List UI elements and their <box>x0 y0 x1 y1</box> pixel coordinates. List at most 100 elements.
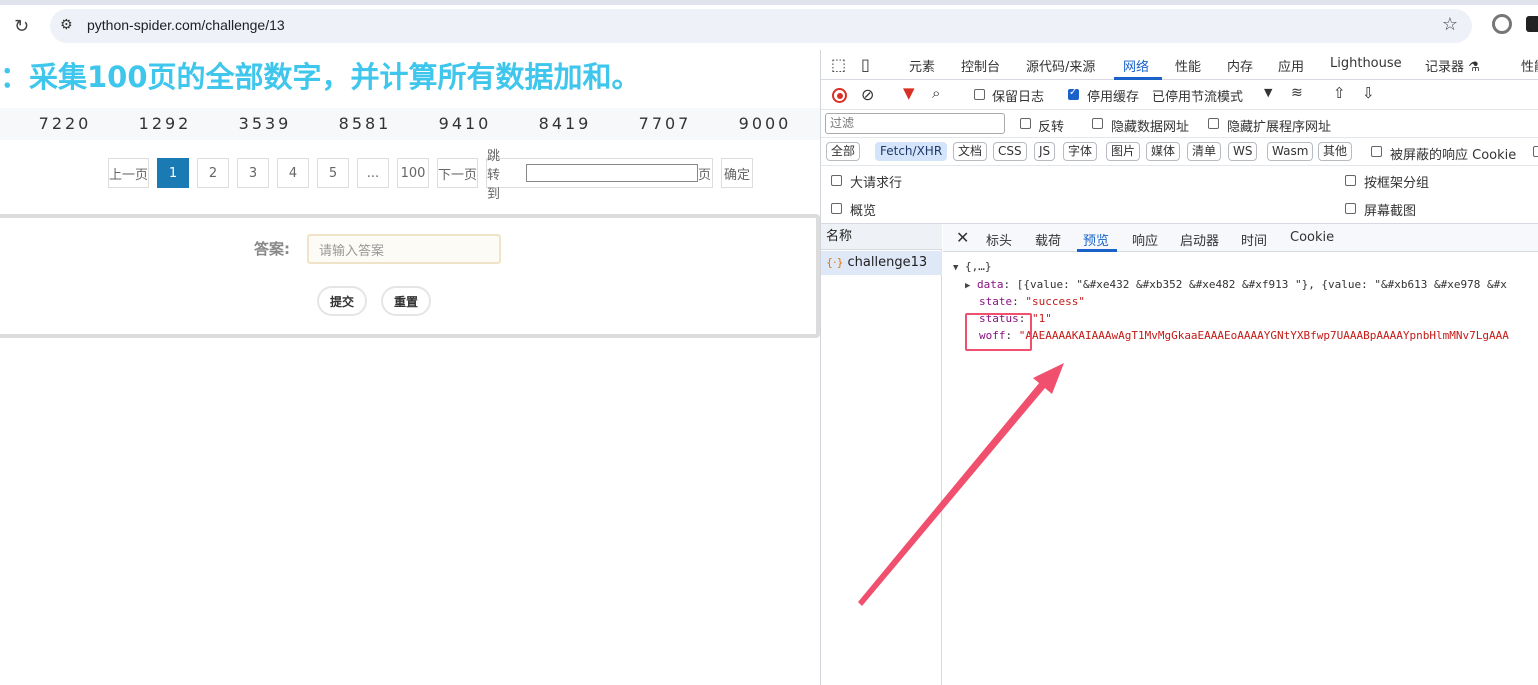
chevron-down-icon[interactable]: ▼ <box>1264 86 1272 99</box>
clear-icon[interactable]: ⊘ <box>861 85 874 104</box>
device-toolbar-icon[interactable]: ▯ <box>861 55 870 74</box>
tab-initiator[interactable]: 启动器 <box>1180 230 1219 249</box>
more-filters-checkbox[interactable] <box>1533 146 1538 157</box>
json-value: "success" <box>1025 295 1085 308</box>
throttle-select[interactable]: 已停用节流模式 <box>1152 86 1243 105</box>
number-cell: 8581 <box>338 114 392 133</box>
network-options: 大请求行 按框架分组 概览 屏幕截图 <box>821 166 1538 224</box>
tab-application[interactable]: 应用 <box>1278 56 1304 75</box>
overview-checkbox[interactable] <box>831 203 842 214</box>
type-filter-manifest[interactable]: 清单 <box>1187 142 1222 161</box>
tab-network[interactable]: 网络 <box>1123 56 1149 75</box>
filter-icon[interactable]: ▼ <box>903 84 915 102</box>
tab-response[interactable]: 响应 <box>1132 230 1158 249</box>
screenshots-checkbox[interactable] <box>1345 203 1356 214</box>
type-filter-ws[interactable]: WS <box>1228 142 1258 161</box>
close-icon[interactable]: ✕ <box>956 228 969 247</box>
inspect-element-icon[interactable]: ⬚ <box>831 55 846 74</box>
group-by-frame-checkbox[interactable] <box>1345 175 1356 186</box>
tab-recorder[interactable]: 记录器 ⚗ <box>1425 56 1480 75</box>
tab-memory[interactable]: 内存 <box>1227 56 1253 75</box>
page-suffix-label: 页 <box>698 167 712 183</box>
search-icon[interactable]: ⌕ <box>932 84 940 102</box>
prev-page-button[interactable]: 上一页 <box>108 158 149 188</box>
expand-triangle-icon[interactable]: ▼ <box>953 263 958 273</box>
page-title: ：采集100页的全部数字，并计算所有数据加和。 <box>0 60 641 94</box>
filter-toolbar: 过滤 反转 隐藏数据网址 隐藏扩展程序网址 <box>821 110 1538 138</box>
type-filter-media[interactable]: 媒体 <box>1146 142 1181 161</box>
hide-data-urls-checkbox[interactable] <box>1092 118 1103 129</box>
json-root[interactable]: ▼ {,…} <box>953 260 992 273</box>
number-cell: 8419 <box>538 114 592 133</box>
site-settings-icon[interactable]: ⚙ <box>60 17 73 33</box>
tab-sources[interactable]: 源代码/来源 <box>1026 56 1095 75</box>
answer-panel: 答案: 请输入答案 提交 重置 <box>0 214 820 338</box>
type-filter-wasm[interactable]: Wasm <box>1267 142 1314 161</box>
filter-input[interactable]: 过滤 <box>825 113 1005 134</box>
type-filter-other[interactable]: 其他 <box>1318 142 1353 161</box>
hide-extension-urls-checkbox[interactable] <box>1208 118 1219 129</box>
reload-icon[interactable]: ↻ <box>14 16 29 37</box>
page-button-5[interactable]: 5 <box>317 158 349 188</box>
large-rows-checkbox[interactable] <box>831 175 842 186</box>
type-filter-fetch-xhr[interactable]: Fetch/XHR <box>875 142 948 161</box>
export-har-icon[interactable]: ⇩ <box>1362 84 1375 102</box>
tab-console[interactable]: 控制台 <box>961 56 1000 75</box>
record-icon[interactable] <box>832 88 847 103</box>
extension-icon[interactable] <box>1492 14 1512 34</box>
tab-lighthouse[interactable]: Lighthouse <box>1330 56 1402 71</box>
blocked-cookies-checkbox[interactable] <box>1371 146 1382 157</box>
page-button-4[interactable]: 4 <box>277 158 309 188</box>
bookmark-star-icon[interactable]: ☆ <box>1442 14 1458 35</box>
preserve-log-checkbox[interactable] <box>974 89 985 100</box>
page-button-3[interactable]: 3 <box>237 158 269 188</box>
tab-headers[interactable]: 标头 <box>986 230 1012 249</box>
request-list: 名称 {·} challenge13 <box>821 224 942 685</box>
request-row[interactable]: {·} challenge13 <box>821 251 942 275</box>
name-column-header[interactable]: 名称 <box>821 224 942 250</box>
type-filter-font[interactable]: 字体 <box>1063 142 1098 161</box>
tab-performance[interactable]: 性能 <box>1175 56 1201 75</box>
type-filter-js[interactable]: JS <box>1034 142 1056 161</box>
tab-cookies[interactable]: Cookie <box>1290 230 1334 245</box>
next-page-button[interactable]: 下一页 <box>437 158 478 188</box>
json-root-text: {,…} <box>965 260 992 273</box>
devtools-tab-bar: ⬚ ▯ 元素 控制台 源代码/来源 网络 性能 内存 应用 Lighthouse… <box>821 50 1538 80</box>
type-filter-img[interactable]: 图片 <box>1106 142 1141 161</box>
number-cell: 7707 <box>638 114 692 133</box>
number-cell: 7220 <box>38 114 92 133</box>
page-button-1[interactable]: 1 <box>157 158 189 188</box>
jump-page-input[interactable] <box>526 164 698 182</box>
tab-preview[interactable]: 预览 <box>1083 230 1109 249</box>
large-rows-label: 大请求行 <box>850 176 903 191</box>
json-data-row[interactable]: ▶ data: [{value: "&#xe432 &#xb352 &#xe48… <box>965 278 1507 291</box>
address-bar[interactable]: ⚙ python-spider.com/challenge/13 ☆ <box>50 9 1472 43</box>
screenshots-label: 屏幕截图 <box>1364 204 1417 219</box>
collapse-triangle-icon[interactable]: ▶ <box>965 281 970 291</box>
type-filter-all[interactable]: 全部 <box>826 142 861 161</box>
tab-payload[interactable]: 载荷 <box>1035 230 1061 249</box>
invert-checkbox[interactable] <box>1020 118 1031 129</box>
answer-input[interactable]: 请输入答案 <box>307 234 501 264</box>
reset-button[interactable]: 重置 <box>381 286 431 316</box>
import-har-icon[interactable]: ⇧ <box>1333 84 1346 102</box>
confirm-jump-button[interactable]: 确定 <box>721 158 753 188</box>
type-filter-doc[interactable]: 文档 <box>953 142 988 161</box>
request-detail: ✕ 标头 载荷 预览 响应 启动器 时间 Cookie ▼ {,…} ▶ dat… <box>943 224 1538 685</box>
type-filter-css[interactable]: CSS <box>993 142 1027 161</box>
network-conditions-icon[interactable]: ≋ <box>1291 85 1303 101</box>
url-text[interactable]: python-spider.com/challenge/13 <box>87 17 285 33</box>
type-filter-bar: 全部 Fetch/XHR 文档 CSS JS 字体 图片 媒体 清单 WS Wa… <box>821 138 1538 166</box>
tab-performance-insights[interactable]: 性能 <box>1521 56 1538 75</box>
hide-data-urls-label: 隐藏数据网址 <box>1111 120 1190 135</box>
annotation-highlight-box <box>965 313 1032 351</box>
page-button-2[interactable]: 2 <box>197 158 229 188</box>
tab-timing[interactable]: 时间 <box>1241 230 1267 249</box>
tab-elements[interactable]: 元素 <box>909 56 935 75</box>
number-cell: 3539 <box>238 114 292 133</box>
profile-icon[interactable] <box>1526 16 1538 32</box>
page-button-100[interactable]: 100 <box>397 158 429 188</box>
disable-cache-checkbox[interactable] <box>1068 87 1079 100</box>
json-value: "1" <box>1032 312 1052 325</box>
submit-button[interactable]: 提交 <box>317 286 367 316</box>
